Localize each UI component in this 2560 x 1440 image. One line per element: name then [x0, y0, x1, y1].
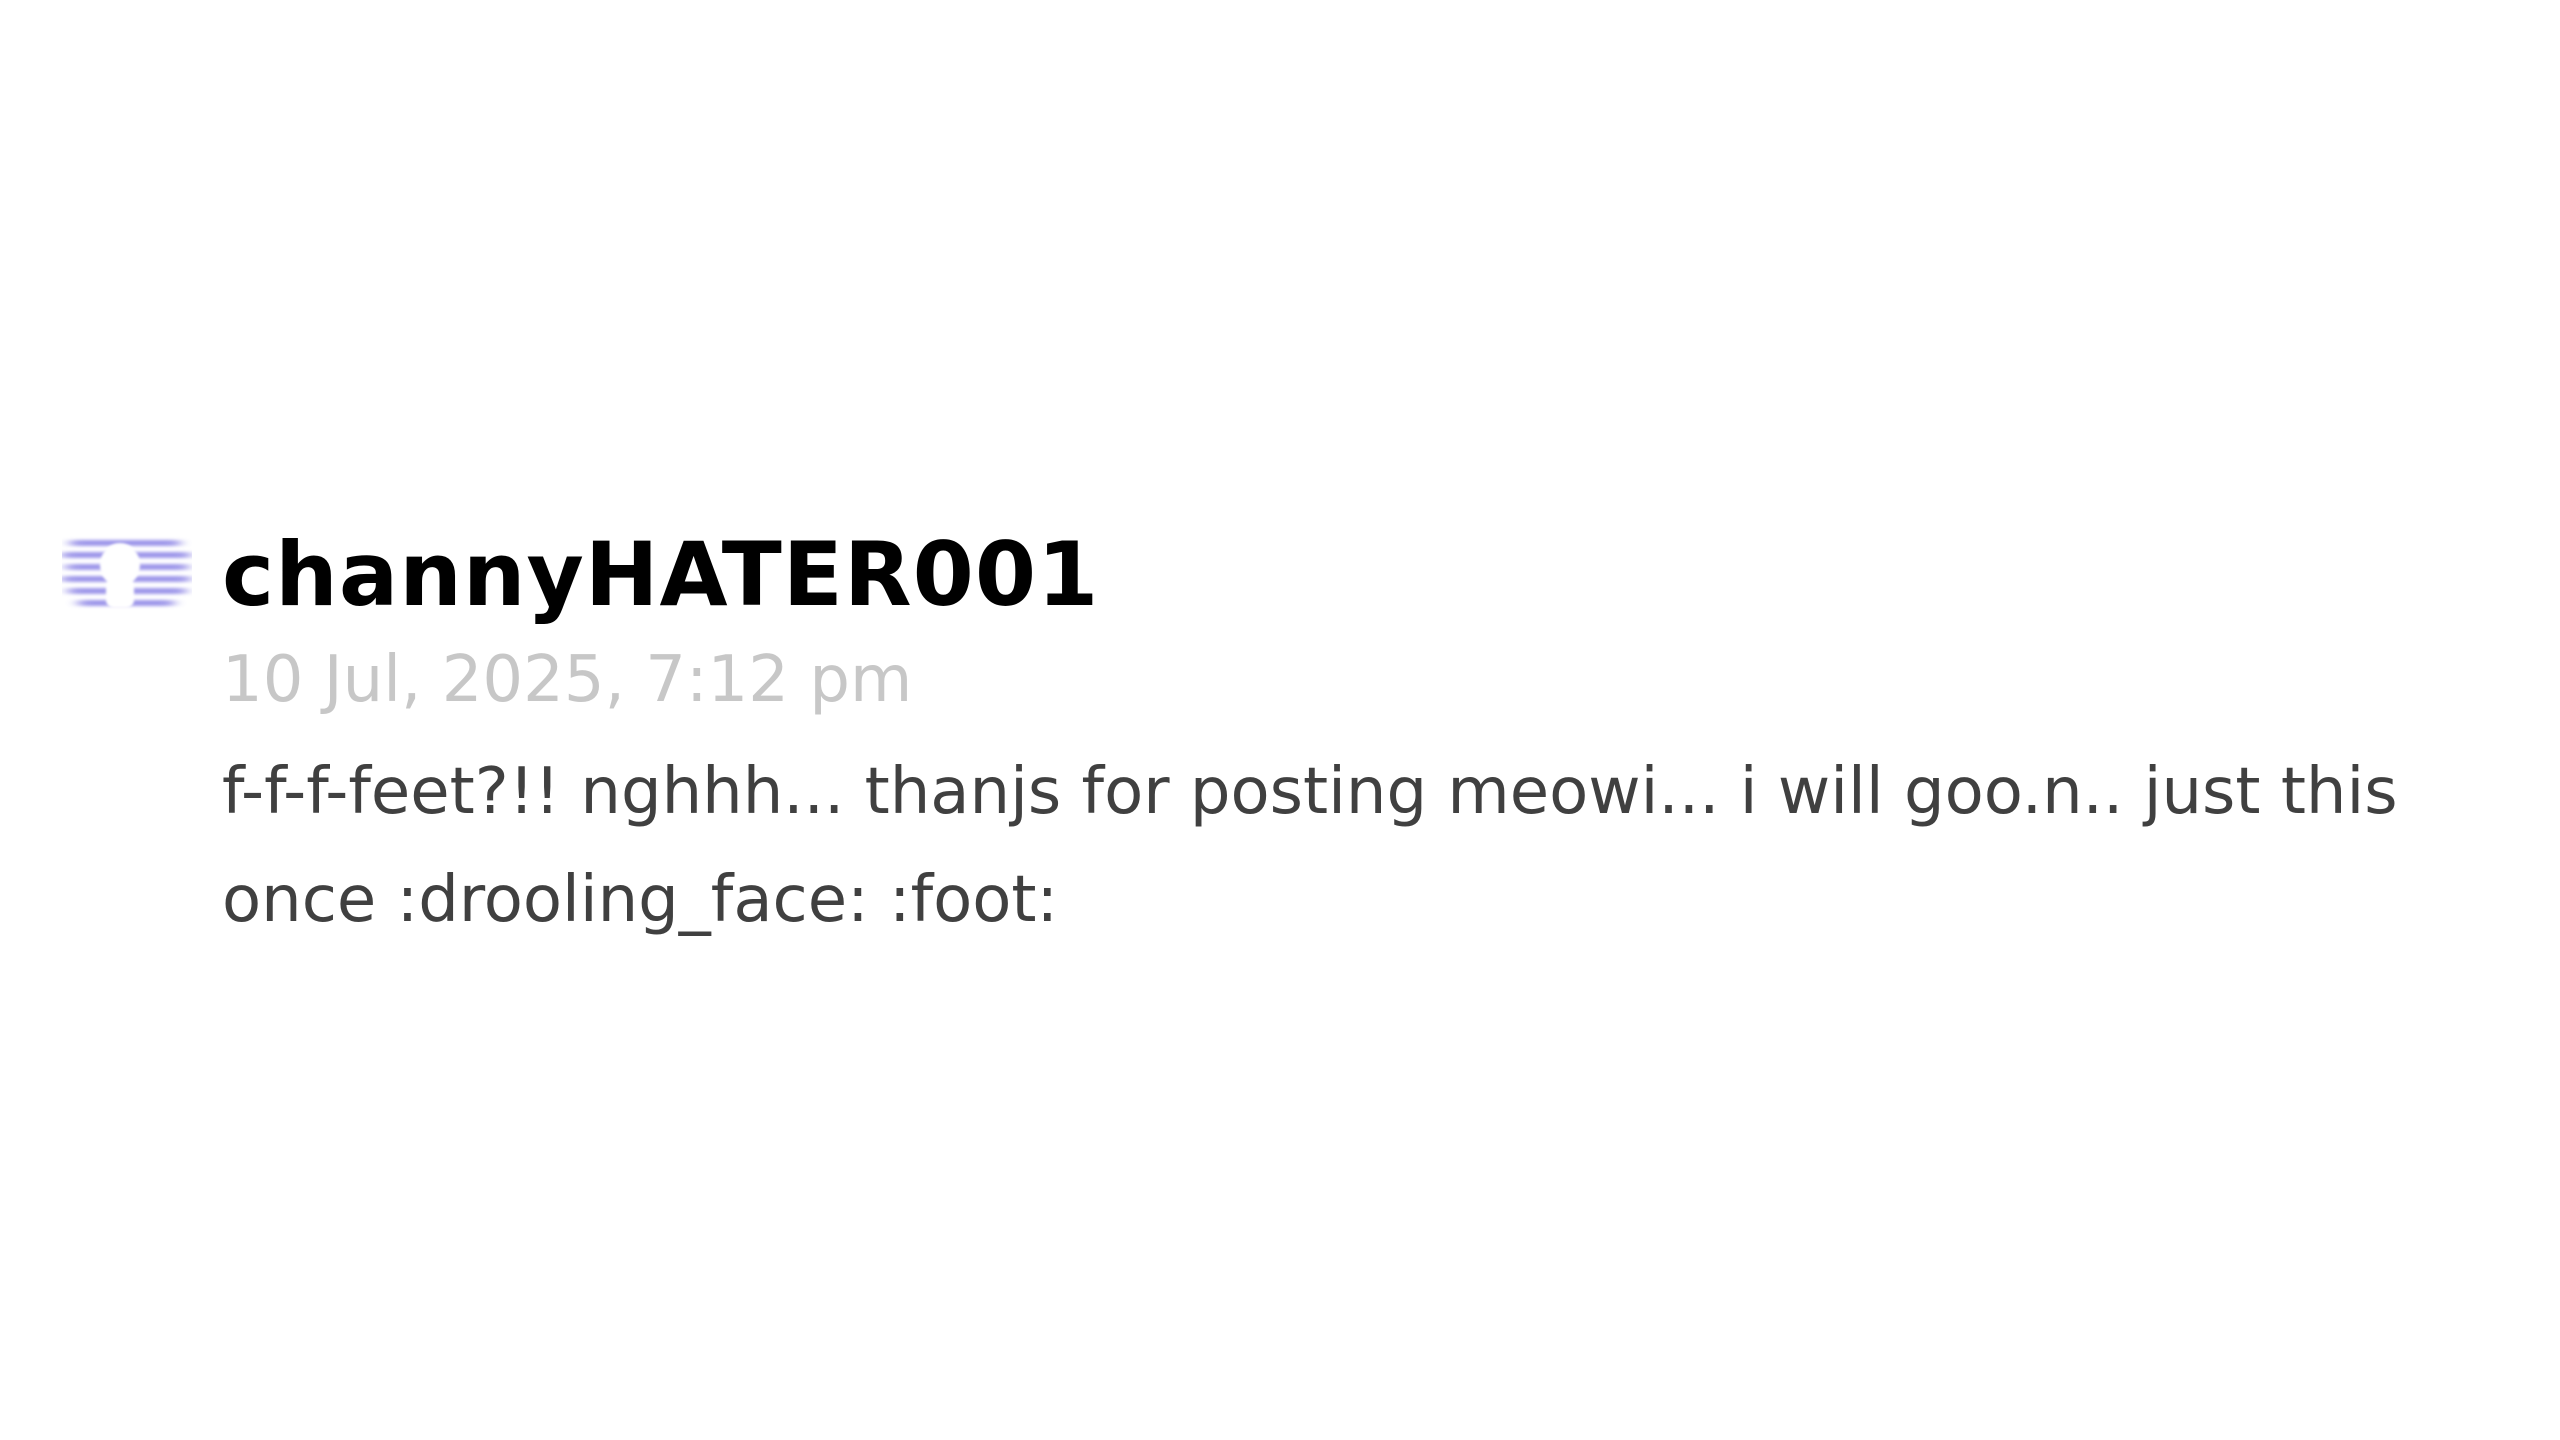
avatar-graphic	[62, 540, 190, 608]
user-avatar-icon[interactable]	[62, 530, 192, 616]
comment-timestamp: 10 Jul, 2025, 7:12 pm	[222, 643, 913, 717]
page-canvas: channyHATER001 10 Jul, 2025, 7:12 pm f-f…	[0, 0, 2560, 1440]
comment-body: f-f-f-feet?!! nghhh... thanjs for postin…	[222, 755, 2398, 937]
comment-author[interactable]: channyHATER001	[222, 520, 1099, 630]
